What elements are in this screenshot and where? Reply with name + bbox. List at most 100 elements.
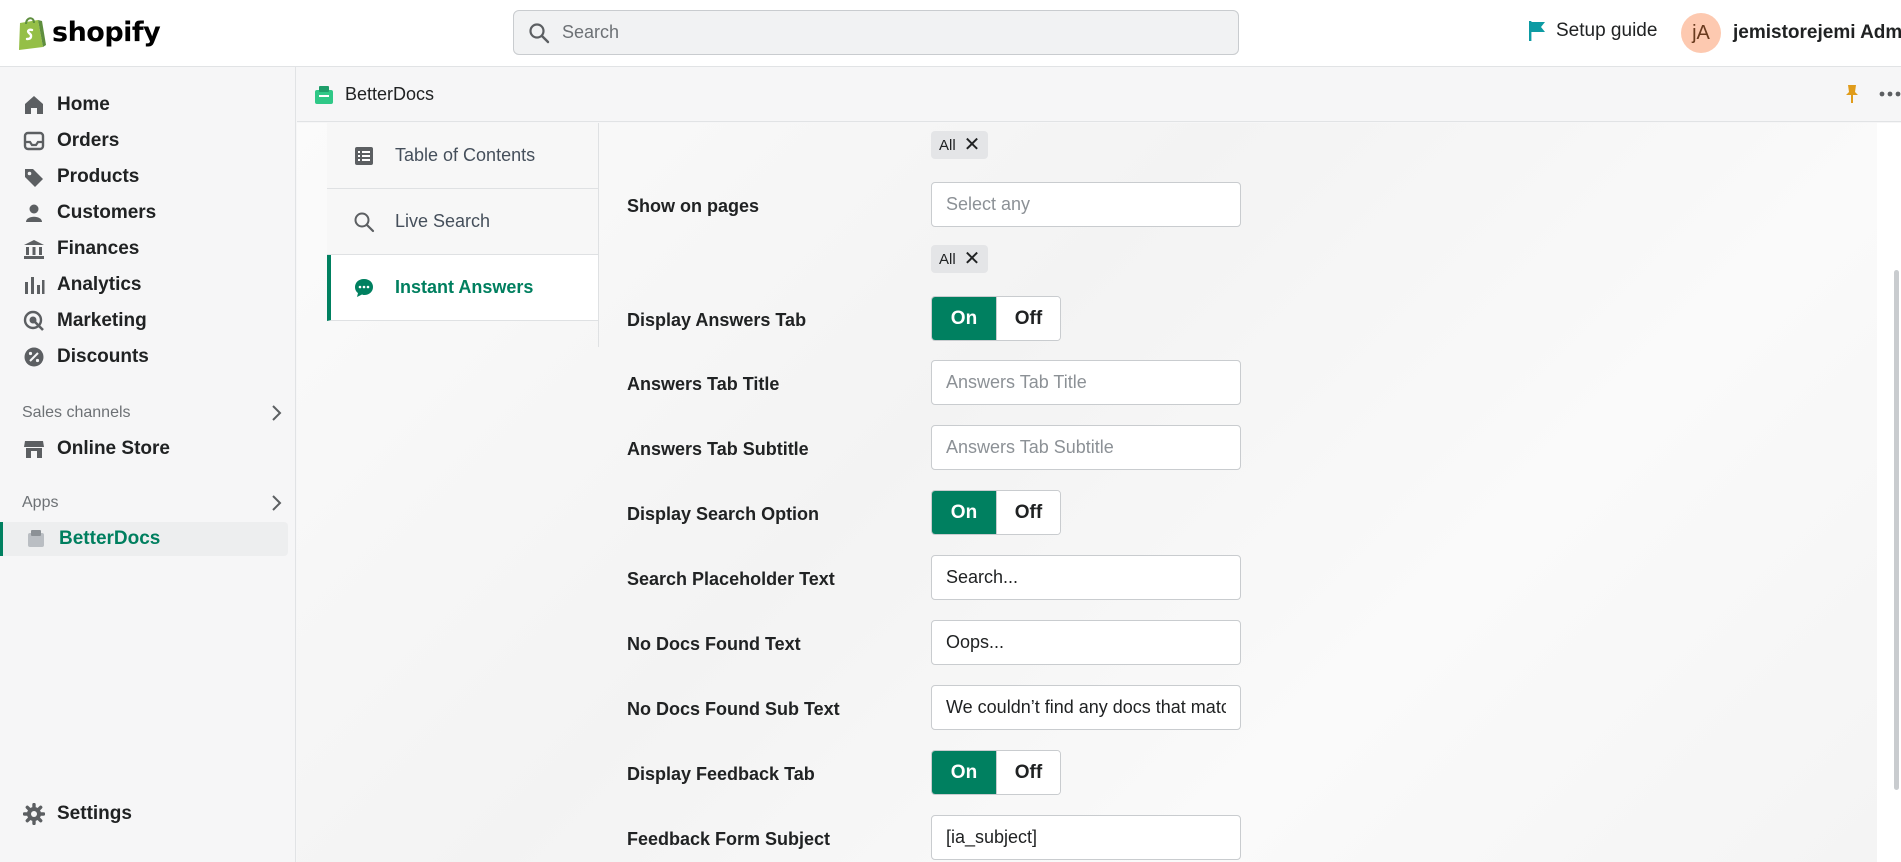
top-bar: shopify Setup guide jA jemistorejemi Adm… — [0, 0, 1901, 67]
setup-guide-label: Setup guide — [1556, 20, 1658, 41]
sidebar-item-label: Analytics — [57, 274, 142, 295]
sidebar-item-label: Discounts — [57, 346, 149, 367]
answers-tab-title-input[interactable] — [931, 360, 1241, 405]
store-icon — [24, 441, 44, 458]
apps-header[interactable]: Apps — [22, 494, 282, 512]
betterdocs-app-icon — [28, 530, 44, 547]
search-input[interactable] — [562, 22, 1202, 43]
shopify-logo[interactable]: shopify — [16, 14, 161, 50]
sidebar-item-home[interactable]: Home — [0, 88, 288, 122]
display-search-option-label: Display Search Option — [627, 504, 820, 524]
more-options-icon[interactable] — [1879, 90, 1901, 98]
show-on-pages-label: Show on pages — [627, 196, 760, 216]
no-docs-found-text-label: No Docs Found Text — [627, 634, 801, 654]
display-feedback-tab-toggle: On Off — [931, 750, 1061, 795]
content-scrollbar[interactable] — [1894, 270, 1899, 790]
person-icon — [26, 204, 42, 222]
discount-icon — [24, 347, 44, 367]
answers-tab-subtitle-input[interactable] — [931, 425, 1241, 470]
sidebar-item-label: Products — [57, 166, 140, 187]
shopify-bag-icon — [19, 17, 46, 50]
toggle-on-button[interactable]: On — [932, 297, 996, 340]
chat-icon — [355, 278, 373, 297]
flag-icon — [1529, 21, 1545, 41]
global-search[interactable] — [513, 10, 1239, 55]
sidebar: Home Orders Products Customers Finances … — [0, 67, 296, 862]
tabs-divider — [598, 123, 599, 347]
no-docs-found-sub-text-label: No Docs Found Sub Text — [627, 699, 840, 719]
bar-chart-icon — [25, 277, 45, 294]
sidebar-item-marketing[interactable]: Marketing — [0, 304, 288, 338]
display-feedback-tab-label: Display Feedback Tab — [627, 764, 815, 784]
orders-icon — [23, 131, 45, 151]
sidebar-item-settings[interactable]: Settings — [0, 797, 288, 831]
toggle-on-button[interactable]: On — [932, 751, 996, 794]
sales-channels-label: Sales channels — [22, 404, 131, 421]
avatar: jA — [1681, 13, 1721, 53]
setup-guide-link[interactable]: Setup guide — [1528, 20, 1657, 42]
target-icon — [23, 310, 44, 331]
display-answers-tab-label: Display Answers Tab — [627, 310, 807, 330]
betterdocs-logo-icon — [315, 85, 333, 104]
sidebar-item-orders[interactable]: Orders — [0, 124, 288, 158]
sidebar-item-analytics[interactable]: Analytics — [0, 268, 288, 302]
sidebar-item-label: Finances — [57, 238, 140, 259]
tag-label: All — [939, 250, 956, 268]
tab-label: Table of Contents — [395, 145, 536, 165]
sidebar-item-label: Online Store — [57, 438, 170, 459]
tab-label: Live Search — [395, 211, 491, 231]
tab-table-of-contents[interactable]: Table of Contents — [327, 123, 599, 189]
toggle-off-button[interactable]: Off — [996, 751, 1060, 794]
chevron-right-icon[interactable] — [270, 404, 282, 422]
search-icon — [529, 22, 550, 43]
pin-icon[interactable] — [1843, 84, 1861, 104]
chevron-right-icon[interactable] — [270, 494, 282, 512]
sidebar-item-label: Marketing — [57, 310, 147, 331]
no-docs-found-sub-text-input[interactable] — [931, 685, 1241, 730]
tab-instant-answers[interactable]: Instant Answers — [327, 255, 599, 321]
show-on-pages-select[interactable] — [931, 182, 1241, 227]
apps-label: Apps — [22, 494, 59, 511]
list-icon — [355, 146, 373, 165]
search-icon — [354, 212, 375, 232]
tab-live-search[interactable]: Live Search — [327, 189, 599, 255]
toggle-off-button[interactable]: Off — [996, 297, 1060, 340]
sidebar-item-label: BetterDocs — [59, 528, 161, 549]
user-menu[interactable]: jA jemistorejemi Admin — [1681, 13, 1901, 53]
sidebar-item-customers[interactable]: Customers — [0, 196, 288, 230]
toggle-on-button[interactable]: On — [932, 491, 996, 534]
remove-tag-icon[interactable]: ✕ — [964, 249, 981, 269]
home-icon — [25, 96, 43, 114]
display-search-option-toggle: On Off — [931, 490, 1061, 535]
bank-icon — [24, 240, 44, 259]
gear-icon — [23, 803, 45, 825]
logo-text: shopify — [52, 16, 161, 48]
sidebar-item-products[interactable]: Products — [0, 160, 288, 194]
sidebar-item-label: Customers — [57, 202, 157, 223]
sidebar-item-betterdocs[interactable]: BetterDocs — [0, 522, 288, 556]
app-bar-actions — [1843, 84, 1901, 104]
sidebar-item-online-store[interactable]: Online Store — [0, 432, 288, 466]
sidebar-item-finances[interactable]: Finances — [0, 232, 288, 266]
no-docs-found-text-input[interactable] — [931, 620, 1241, 665]
user-name: jemistorejemi Admin — [1733, 22, 1901, 43]
answers-tab-subtitle-label: Answers Tab Subtitle — [627, 439, 809, 459]
toggle-off-button[interactable]: Off — [996, 491, 1060, 534]
search-placeholder-text-input[interactable] — [931, 555, 1241, 600]
feedback-form-subject-label: Feedback Form Subject — [627, 829, 831, 849]
sidebar-item-discounts[interactable]: Discounts — [0, 340, 288, 374]
tag-icon — [25, 169, 43, 187]
tab-label: Instant Answers — [395, 277, 534, 297]
sales-channels-header[interactable]: Sales channels — [22, 404, 282, 422]
search-placeholder-text-label: Search Placeholder Text — [627, 569, 835, 589]
app-title: BetterDocs — [345, 84, 435, 104]
display-answers-tab-toggle: On Off — [931, 296, 1061, 341]
tag-label: All — [939, 136, 956, 154]
app-title-bar: BetterDocs — [297, 68, 1901, 122]
sidebar-item-label: Home — [57, 94, 110, 115]
app-content: Table of Contents Live Search Instant An… — [297, 123, 1901, 862]
selected-tag-all: All ✕ — [931, 245, 989, 273]
remove-tag-icon[interactable]: ✕ — [964, 135, 981, 155]
answers-tab-title-label: Answers Tab Title — [627, 374, 780, 394]
feedback-form-subject-input[interactable] — [931, 815, 1241, 860]
